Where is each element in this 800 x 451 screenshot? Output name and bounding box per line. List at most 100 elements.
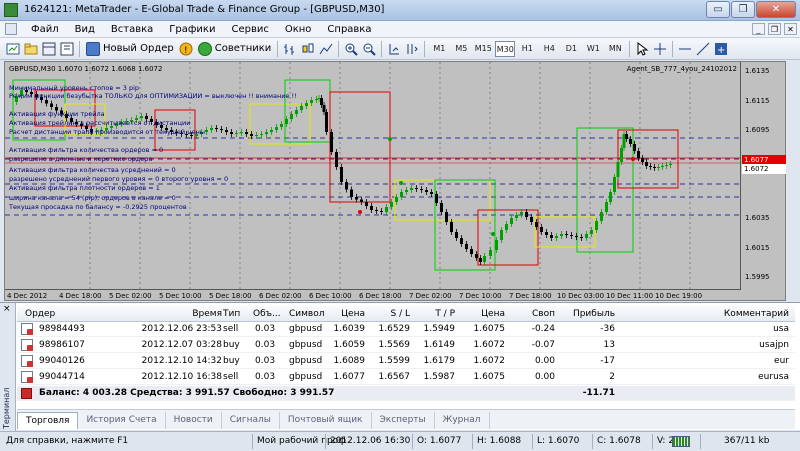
toolbar-separator: [381, 40, 383, 57]
horizontal-line-icon[interactable]: [676, 40, 694, 58]
column-header-time[interactable]: Время: [192, 309, 222, 319]
candle-body: [445, 212, 448, 222]
tab-mailbox[interactable]: Почтовый ящик: [280, 412, 372, 429]
tab-journal[interactable]: Журнал: [435, 412, 490, 429]
new-order-button[interactable]: Новый Ордер: [83, 40, 177, 58]
chart-window-icon[interactable]: [5, 23, 17, 35]
candle-body: [625, 134, 628, 139]
close-button[interactable]: ✕: [756, 1, 796, 18]
toolbar: Новый Ордер ! Советники M1 M5 M15 M30 H1…: [0, 38, 800, 60]
tab-experts[interactable]: Эксперты: [372, 412, 435, 429]
timeframe-h1[interactable]: H1: [517, 41, 537, 57]
timeframe-m1[interactable]: M1: [429, 41, 449, 57]
menu-view[interactable]: Вид: [67, 21, 103, 38]
status-separator: [252, 434, 253, 449]
autoscroll-icon[interactable]: [385, 40, 403, 58]
menu-file[interactable]: Файл: [23, 21, 67, 38]
menu-help[interactable]: Справка: [319, 21, 379, 38]
candle-body: [260, 134, 263, 135]
mdi-minimize-button[interactable]: _: [752, 23, 765, 35]
order-row[interactable]: 99040126 2012.12.10 14:32 buy 0.03 gbpusd 1.6…: [17, 354, 795, 369]
candle-body: [665, 165, 668, 166]
candle-body: [410, 188, 413, 190]
candle-body: [483, 256, 486, 262]
price-axis[interactable]: 1.6135 1.6115 1.6095 1.6077 1.6072 1.603…: [740, 62, 786, 290]
candle-body: [310, 100, 313, 103]
menu-charts[interactable]: Графики: [161, 21, 223, 38]
ea-comment-line: ширина канала = 54 (pip), ордеров в кана…: [9, 194, 176, 202]
line-chart-icon[interactable]: [317, 40, 335, 58]
column-header-volume[interactable]: Объ...: [253, 309, 281, 319]
cell-type: sell: [223, 324, 239, 334]
text-tool-icon[interactable]: +: [712, 40, 730, 58]
timeframe-m30[interactable]: M30: [495, 40, 516, 57]
timeframe-h4[interactable]: H4: [539, 41, 559, 57]
zoom-out-icon[interactable]: [360, 40, 378, 58]
tab-trade[interactable]: Торговля: [17, 412, 79, 429]
connection-status-icon[interactable]: [672, 436, 690, 447]
timeframe-m5[interactable]: M5: [451, 41, 471, 57]
candle-body: [505, 224, 508, 230]
zoom-in-icon[interactable]: [342, 40, 360, 58]
column-header-profit[interactable]: Прибыль: [573, 309, 615, 319]
ea-comment-line: Активация фильтра количества ордеров = 0: [9, 146, 164, 154]
column-header-comment[interactable]: Комментарий: [724, 309, 789, 319]
time-axis-label: 4 Dec 2012: [7, 292, 48, 300]
column-header-type[interactable]: Тип: [223, 309, 240, 319]
data-window-icon[interactable]: [58, 40, 76, 58]
price-chart[interactable]: GBPUSD,M30 1.6070 1.6072 1.6068 1.6072 A…: [4, 61, 786, 301]
timeframe-m15[interactable]: M15: [473, 41, 493, 57]
column-header-symbol[interactable]: Символ: [289, 309, 325, 319]
tab-news[interactable]: Новости: [166, 412, 222, 429]
menu-window[interactable]: Окно: [277, 21, 320, 38]
warning-icon[interactable]: !: [177, 40, 195, 58]
order-row[interactable]: 99044714 2012.12.10 16:38 sell 0.03 gbpusd 1.…: [17, 370, 795, 385]
column-header-swap[interactable]: Своп: [532, 309, 555, 319]
minimize-button[interactable]: ▭: [706, 1, 730, 18]
column-header-sl[interactable]: S / L: [391, 309, 410, 319]
terminal-close-icon[interactable]: ×: [3, 304, 11, 314]
cell-take-profit: 1.5987: [423, 372, 456, 382]
profiles-icon[interactable]: [22, 40, 40, 58]
mdi-restore-button[interactable]: ❐: [768, 23, 781, 35]
cell-profit: 13: [603, 340, 615, 350]
tab-signals[interactable]: Сигналы: [222, 412, 280, 429]
market-watch-icon[interactable]: [40, 40, 58, 58]
column-header-current-price[interactable]: Цена: [481, 309, 505, 319]
timeframe-w1[interactable]: W1: [583, 41, 603, 57]
order-row[interactable]: 98986107 2012.12.07 03:28 buy 0.03 gbpusd 1.6…: [17, 338, 795, 353]
bar-chart-icon[interactable]: [281, 40, 299, 58]
timeframe-mn[interactable]: MN: [605, 41, 625, 57]
status-separator: [472, 434, 473, 449]
new-chart-icon[interactable]: [4, 40, 22, 58]
trendline-icon[interactable]: [694, 40, 712, 58]
candlestick-icon[interactable]: [299, 40, 317, 58]
candle-body: [205, 130, 208, 132]
column-header-price[interactable]: Цена: [341, 309, 365, 319]
menu-insert[interactable]: Вставка: [103, 21, 161, 38]
crosshair-icon[interactable]: [651, 40, 669, 58]
cell-stop-loss: 1.6567: [378, 372, 411, 382]
experts-button[interactable]: Советники: [195, 40, 275, 58]
timeframe-d1[interactable]: D1: [561, 41, 581, 57]
chart-shift-icon[interactable]: [403, 40, 421, 58]
cell-comment: eurusa: [758, 372, 789, 382]
ea-comment-line: Текущая просадка по балансу = -0.2925 пр…: [9, 203, 187, 211]
time-axis-label: 10 Dec 11:00: [606, 292, 654, 300]
menu-tools[interactable]: Сервис: [223, 21, 276, 38]
candle-body: [360, 199, 363, 202]
candle-body: [629, 139, 632, 144]
candle-body: [613, 177, 616, 192]
order-icon: [21, 323, 33, 335]
order-row[interactable]: 98984493 2012.12.06 23:53 sell 0.03 gbpusd 1.…: [17, 322, 795, 337]
candle-body: [45, 100, 48, 104]
mdi-close-button[interactable]: ✕: [784, 23, 797, 35]
maximize-button[interactable]: ❐: [731, 1, 755, 18]
column-header-order[interactable]: Ордер: [25, 309, 55, 319]
column-header-tp[interactable]: T / P: [435, 309, 455, 319]
cursor-icon[interactable]: [633, 40, 651, 58]
candle-body: [515, 215, 518, 218]
ea-comment-line: разрешено усреднений первого уровня = 0 …: [9, 175, 229, 183]
tab-account-history[interactable]: История Счета: [78, 412, 166, 429]
balance-row[interactable]: Баланс: 4 003.28 Средства: 3 991.57 Своб…: [17, 386, 795, 401]
